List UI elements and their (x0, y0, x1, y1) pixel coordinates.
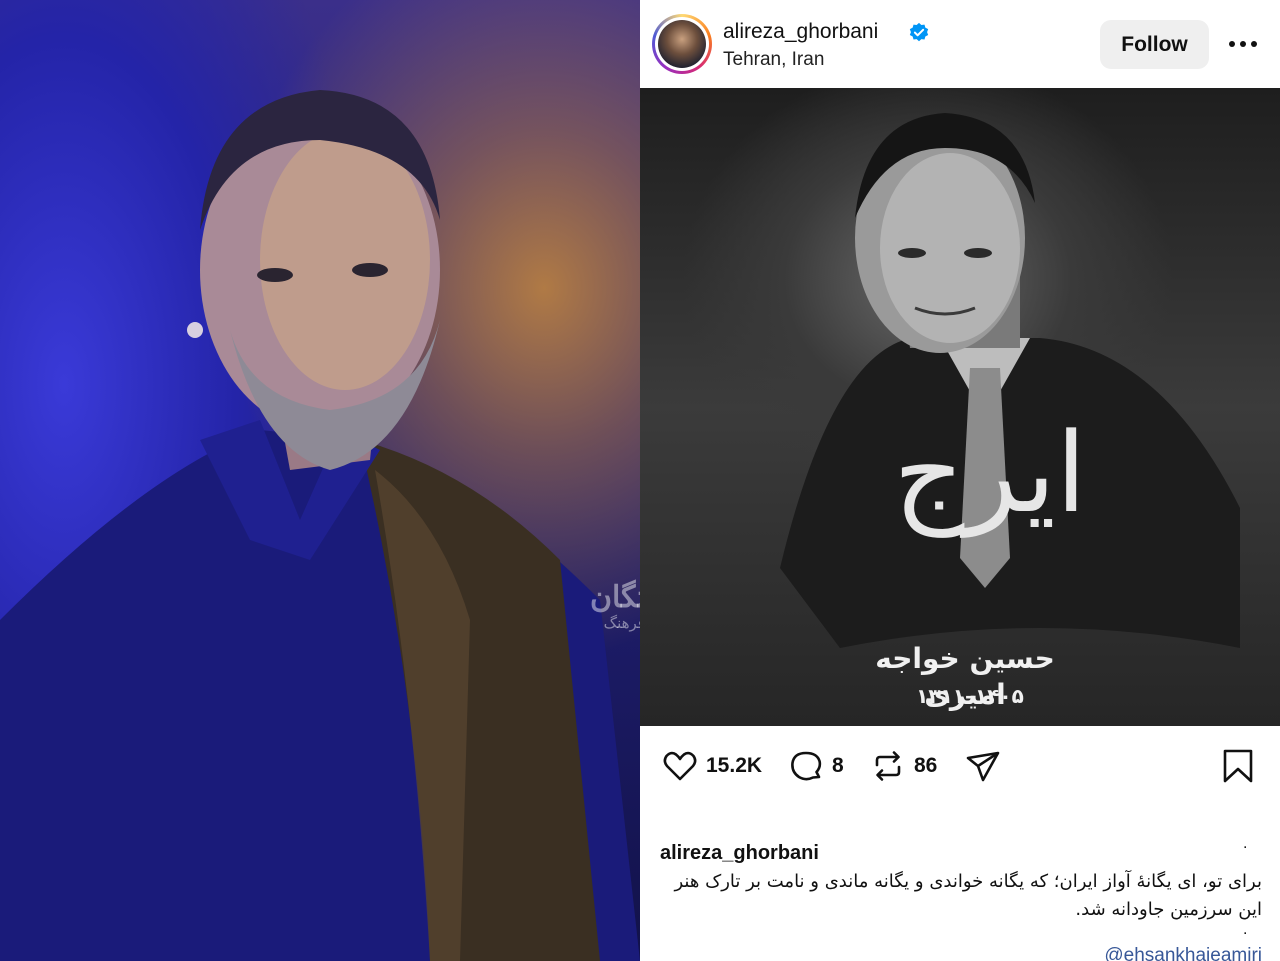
instagram-post: alireza_ghorbani Tehran, Iran Follow ایر… (640, 0, 1280, 961)
share-icon[interactable] (965, 748, 1001, 784)
comments-count: 8 (832, 754, 844, 777)
avatar-image (658, 20, 706, 68)
caption-mention[interactable]: @ehsankhajeamiri (1070, 944, 1262, 961)
caption-text: برای تو، ای یگانهٔ آواز ایران؛ که یگانه … (674, 871, 1263, 920)
post-actions: 15.2K 8 86 (640, 726, 1280, 806)
caption-dot-2: . (1243, 921, 1248, 938)
likes-count: 15.2K (706, 754, 763, 777)
watermark-sub: چارسوفرهنگ (603, 615, 640, 632)
watermark: فرهیختگان چارسوفرهنگ (590, 582, 640, 634)
share-action[interactable] (965, 748, 1001, 784)
caption-username[interactable]: alireza_ghorbani (660, 840, 819, 866)
reposts-count: 86 (914, 754, 938, 777)
bookmark-icon[interactable] (1220, 748, 1256, 784)
verified-badge-icon (909, 22, 929, 42)
post-location[interactable]: Tehran, Iran (723, 48, 824, 72)
comment-action[interactable]: 8 (788, 748, 844, 784)
poster-dates: ۱۳۱۱–۱۴۰۵ (916, 684, 1024, 708)
post-username[interactable]: alireza_ghorbani (723, 18, 878, 46)
heart-icon[interactable] (662, 748, 698, 784)
save-action[interactable] (1220, 748, 1256, 784)
comment-icon[interactable] (788, 748, 824, 784)
caption-dot: . (1243, 835, 1248, 852)
poster-title: ایرج (893, 409, 1087, 537)
follow-button[interactable]: Follow (1100, 20, 1209, 69)
repost-icon[interactable] (870, 748, 906, 784)
singer-portrait-image (0, 90, 640, 961)
repost-action[interactable]: 86 (870, 748, 937, 784)
watermark-main: فرهیختگان (590, 580, 640, 615)
more-options-icon[interactable] (1228, 40, 1258, 48)
avatar[interactable] (652, 14, 712, 74)
memorial-portrait-image (780, 113, 1240, 648)
like-action[interactable]: 15.2K (662, 748, 762, 784)
post-header: alireza_ghorbani Tehran, Iran Follow (640, 0, 1280, 88)
left-photo: فرهیختگان چارسوفرهنگ (0, 0, 640, 961)
post-image[interactable]: ایرج حسین خواجه امیری ۱۳۱۱–۱۴۰۵ (640, 88, 1280, 726)
